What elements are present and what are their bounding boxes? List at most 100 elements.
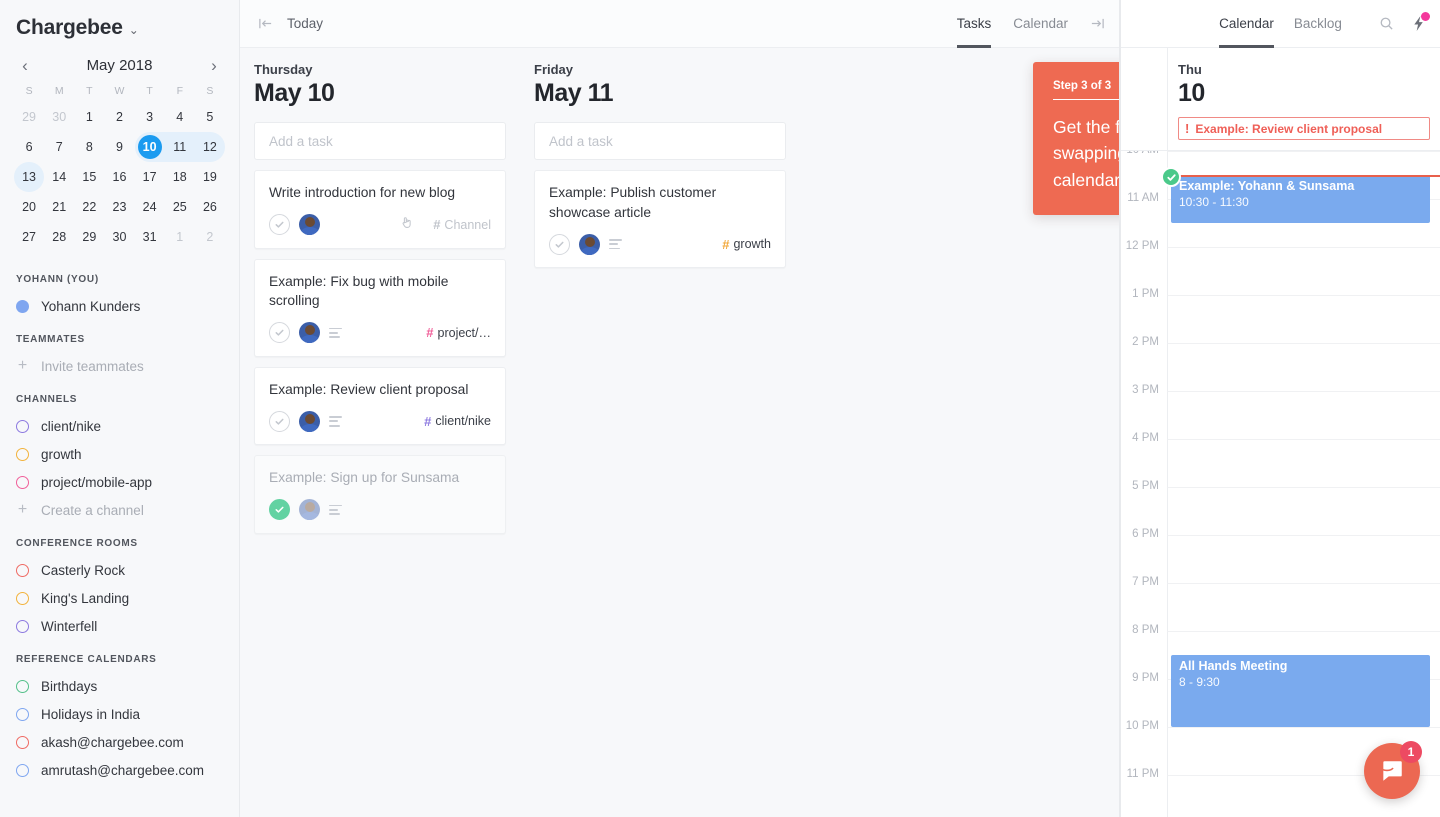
task-complete-checkbox[interactable] xyxy=(269,499,290,521)
mini-calendar-day[interactable]: 8 xyxy=(74,132,104,162)
calendar-hour-cell[interactable] xyxy=(1167,295,1440,343)
task-channel-tag[interactable]: # project/… xyxy=(426,325,491,340)
mini-calendar-day[interactable]: 3 xyxy=(135,102,165,132)
sidebar-item-winterfell[interactable]: Winterfell xyxy=(0,612,239,640)
mini-calendar-day[interactable]: 2 xyxy=(195,222,225,252)
task-complete-checkbox[interactable] xyxy=(269,410,290,432)
sidebar-item-project-mobile-app[interactable]: project/mobile-app xyxy=(0,468,239,496)
mini-calendar-day[interactable]: 27 xyxy=(14,222,44,252)
tab-calendar[interactable]: Calendar xyxy=(1013,0,1068,48)
task-complete-checkbox[interactable] xyxy=(549,233,570,255)
calendar-event[interactable]: All Hands Meeting 8 - 9:30 xyxy=(1171,655,1430,727)
tab-tasks[interactable]: Tasks xyxy=(956,0,991,48)
mini-calendar-day[interactable]: 17 xyxy=(135,162,165,192)
mini-calendar-day[interactable]: 12 xyxy=(194,132,225,162)
sidebar-item-birthdays[interactable]: Birthdays xyxy=(0,672,239,700)
collapse-left-icon[interactable] xyxy=(258,16,273,31)
mini-calendar-day[interactable]: 19 xyxy=(195,162,225,192)
calendar-hour-cell[interactable] xyxy=(1167,439,1440,487)
mini-calendar-day[interactable]: 10 xyxy=(134,132,165,162)
mini-calendar-day[interactable]: 7 xyxy=(44,132,74,162)
mini-calendar-day[interactable]: 22 xyxy=(74,192,104,222)
task-assignee-avatar[interactable] xyxy=(299,410,320,432)
today-button[interactable]: Today xyxy=(287,16,323,31)
sidebar-item-growth[interactable]: growth xyxy=(0,440,239,468)
mini-calendar-day[interactable]: 23 xyxy=(104,192,134,222)
sidebar-item-client-nike[interactable]: client/nike xyxy=(0,412,239,440)
mini-calendar-day[interactable]: 29 xyxy=(14,102,44,132)
search-icon[interactable] xyxy=(1379,16,1394,31)
mini-calendar-day[interactable]: 1 xyxy=(74,102,104,132)
calendar-time-grid[interactable]: 10 AM11 AM 12 PM 1 PM 2 PM 3 PM 4 PM 5 PM 6 PM 7… xyxy=(1121,151,1440,817)
task-assignee-avatar[interactable] xyxy=(579,233,600,255)
task-card[interactable]: Example: Review client proposal # client/n… xyxy=(254,366,506,446)
mini-calendar-day[interactable]: 20 xyxy=(14,192,44,222)
tab-calendar-right[interactable]: Calendar xyxy=(1219,0,1274,48)
task-notes-icon[interactable] xyxy=(329,327,342,338)
workspace-switcher[interactable]: Chargebee ⌄ xyxy=(0,0,239,46)
mini-calendar-day[interactable]: 5 xyxy=(195,102,225,132)
tab-backlog[interactable]: Backlog xyxy=(1294,0,1342,48)
task-card[interactable]: Example: Publish customer showcase artic… xyxy=(534,170,786,269)
calendar-hour-cell[interactable] xyxy=(1167,247,1440,295)
mini-calendar-day[interactable]: 16 xyxy=(104,162,134,192)
mini-calendar-day[interactable]: 29 xyxy=(74,222,104,252)
mini-calendar-day[interactable]: 31 xyxy=(135,222,165,252)
task-notes-icon[interactable] xyxy=(329,416,342,427)
mini-calendar-day[interactable]: 21 xyxy=(44,192,74,222)
calendar-hour-row[interactable]: 6 PM xyxy=(1121,528,1440,583)
sidebar-item-akash-chargebee-com[interactable]: akash@chargebee.com xyxy=(0,728,239,756)
mini-calendar-day[interactable]: 6 xyxy=(14,132,44,162)
calendar-hour-cell[interactable] xyxy=(1167,391,1440,439)
allday-alert-task[interactable]: ! Example: Review client proposal xyxy=(1178,117,1430,140)
task-card[interactable]: Write introduction for new blog # Channel xyxy=(254,170,506,249)
task-channel-tag[interactable]: # growth xyxy=(722,237,771,252)
mini-calendar-day[interactable]: 11 xyxy=(164,132,195,162)
mini-calendar-day[interactable]: 14 xyxy=(44,162,74,192)
mini-calendar-day[interactable]: 13 xyxy=(14,162,45,192)
sidebar-item-king-s-landing[interactable]: King's Landing xyxy=(0,584,239,612)
task-assignee-avatar[interactable] xyxy=(299,322,320,344)
mini-calendar-day[interactable]: 4 xyxy=(165,102,195,132)
calendar-hour-row[interactable]: 3 PM xyxy=(1121,384,1440,439)
calendar-event[interactable]: Example: Yohann & Sunsama 10:30 - 11:30 xyxy=(1171,175,1430,223)
task-complete-checkbox[interactable] xyxy=(269,322,290,344)
sidebar-item-casterly-rock[interactable]: Casterly Rock xyxy=(0,556,239,584)
calendar-hour-cell[interactable] xyxy=(1167,487,1440,535)
mini-calendar-day[interactable]: 9 xyxy=(104,132,134,162)
pointer-hand-icon[interactable] xyxy=(400,215,414,234)
sidebar-item-yohann-kunders[interactable]: Yohann Kunders xyxy=(0,292,239,320)
add-task-input[interactable]: Add a task xyxy=(534,122,786,160)
calendar-hour-cell[interactable] xyxy=(1167,343,1440,391)
task-channel-tag[interactable]: # client/nike xyxy=(424,414,491,429)
mini-calendar-day[interactable]: 28 xyxy=(44,222,74,252)
calendar-hour-row[interactable]: 2 PM xyxy=(1121,336,1440,391)
task-notes-icon[interactable] xyxy=(609,238,622,250)
calendar-hour-row[interactable]: 4 PM xyxy=(1121,432,1440,487)
mini-calendar-day[interactable]: 24 xyxy=(135,192,165,222)
mini-calendar-day[interactable]: 30 xyxy=(44,102,74,132)
next-month-icon[interactable]: › xyxy=(203,57,225,74)
task-card[interactable]: Example: Sign up for Sunsama xyxy=(254,455,506,534)
task-assignee-avatar[interactable] xyxy=(299,499,320,521)
prev-month-icon[interactable]: ‹ xyxy=(14,57,36,74)
sidebar-item-holidays-in-india[interactable]: Holidays in India xyxy=(0,700,239,728)
collapse-right-icon[interactable] xyxy=(1090,16,1105,31)
task-channel-tag[interactable]: # Channel xyxy=(433,217,491,232)
task-card[interactable]: Example: Fix bug with mobile scrolling # p… xyxy=(254,258,506,357)
calendar-hour-cell[interactable] xyxy=(1167,583,1440,631)
mini-calendar-day[interactable]: 18 xyxy=(165,162,195,192)
sidebar-item-invite-teammates[interactable]: + Invite teammates xyxy=(0,352,239,380)
task-complete-checkbox[interactable] xyxy=(269,214,290,236)
event-completed-check-icon[interactable] xyxy=(1161,167,1181,187)
mini-calendar-day[interactable]: 26 xyxy=(195,192,225,222)
calendar-hour-row[interactable]: 1 PM xyxy=(1121,288,1440,343)
lightning-bolt-icon[interactable] xyxy=(1412,12,1430,31)
sidebar-item-amrutash-chargebee-com[interactable]: amrutash@chargebee.com xyxy=(0,756,239,784)
calendar-hour-row[interactable]: 5 PM xyxy=(1121,480,1440,535)
calendar-hour-row[interactable]: 12 PM xyxy=(1121,240,1440,295)
calendar-hour-row[interactable]: 7 PM xyxy=(1121,576,1440,631)
mini-calendar-day[interactable]: 15 xyxy=(74,162,104,192)
sidebar-item-create-a-channel[interactable]: + Create a channel xyxy=(0,496,239,524)
mini-calendar-day[interactable]: 2 xyxy=(104,102,134,132)
